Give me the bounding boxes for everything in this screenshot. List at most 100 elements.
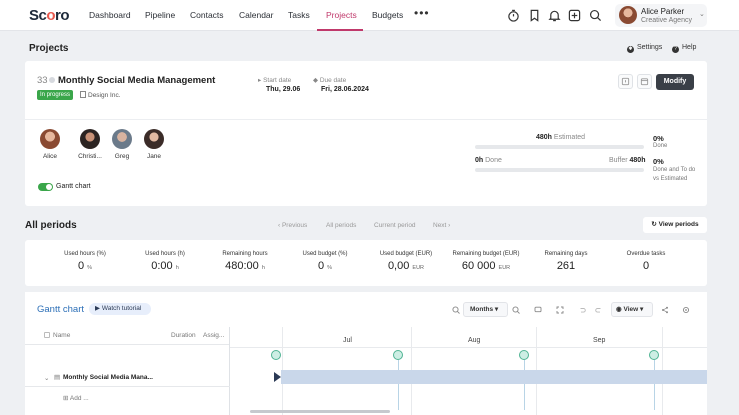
percent-done-todo-label-2: vs Estimated (653, 176, 688, 182)
logo-text: Sc (29, 7, 47, 24)
scoro-logo[interactable]: Scoro (29, 7, 70, 24)
team-member[interactable]: Greg (107, 129, 137, 160)
milestone-marker[interactable] (649, 350, 659, 360)
project-color-dot (49, 77, 55, 83)
task-name: Monthly Social Media Mana... (63, 374, 153, 381)
help-link[interactable]: ? Help (672, 44, 696, 53)
help-icon: ? (672, 46, 679, 53)
active-nav-underline (317, 29, 363, 31)
modify-button[interactable]: Modify (656, 74, 694, 90)
undo-icon[interactable] (575, 303, 588, 316)
scale-select[interactable]: Months ▾ (463, 302, 508, 317)
project-title: Monthly Social Media Management (58, 75, 216, 86)
column-duration[interactable]: Duration (171, 332, 196, 339)
task-bar[interactable] (281, 370, 707, 384)
add-task-button[interactable]: ⊞ Add ... (63, 394, 89, 402)
nav-contacts[interactable]: Contacts (190, 10, 224, 20)
plus-icon: ⊞ (63, 395, 70, 402)
project-number: 33 (37, 75, 48, 86)
estimated-bar (475, 145, 644, 149)
view-menu-button[interactable]: ◉ View ▾ (611, 302, 653, 317)
metric-used-hours: Used hours (h) 0:00 h (145, 251, 185, 272)
top-navigation: Scoro Dashboard Pipeline Contacts Calend… (0, 0, 739, 31)
metric-remaining-budget: Remaining budget (EUR) 60 000 EUR (452, 251, 520, 272)
percent-done-label: Done (653, 143, 668, 149)
timer-icon[interactable] (507, 9, 520, 22)
nav-pipeline[interactable]: Pipeline (145, 10, 175, 20)
timer-button[interactable] (618, 74, 633, 89)
zoom-in-icon[interactable] (509, 303, 522, 316)
avatar (144, 129, 164, 149)
watch-tutorial-button[interactable]: ▶ Watch tutorial (89, 303, 151, 315)
milestone-marker[interactable] (393, 350, 403, 360)
settings-icon[interactable] (679, 303, 692, 316)
calendar-button[interactable] (637, 74, 652, 89)
metric-remaining-days: Remaining days 261 (544, 251, 588, 272)
milestone-line (524, 360, 525, 410)
zoom-out-icon[interactable] (449, 303, 462, 316)
all-periods-button[interactable]: All periods (326, 222, 356, 229)
nav-calendar[interactable]: Calendar (239, 10, 274, 20)
horizontal-scrollbar[interactable] (250, 410, 390, 413)
gantt-chart-toggle-label: Gantt chart (56, 183, 91, 190)
page-title: Projects (29, 43, 69, 54)
metric-used-hours-pct: Used hours (%) 0 % (64, 251, 106, 272)
chevron-down-icon[interactable]: ⌄ (44, 374, 49, 382)
view-label: View (623, 306, 639, 313)
search-icon[interactable] (589, 9, 602, 22)
user-name: Alice Parker (641, 7, 685, 16)
gantt-chart-toggle[interactable] (38, 183, 53, 191)
chevron-down-icon: ▾ (638, 306, 644, 313)
avatar (619, 6, 637, 24)
share-icon[interactable] (658, 303, 671, 316)
bookmark-icon[interactable] (528, 9, 541, 22)
metric-used-budget-pct: Used budget (%) 0 % (302, 251, 348, 272)
percent-done-todo-label: Done and To do (653, 167, 696, 173)
fullscreen-icon[interactable] (553, 303, 566, 316)
member-name: Greg (114, 153, 130, 160)
task-start-marker (274, 372, 281, 382)
project-icon: ▤ (54, 374, 61, 381)
client-link[interactable]: Design Inc. (80, 91, 121, 99)
logo-text-end: ro (55, 7, 70, 24)
nav-projects[interactable]: Projects (326, 10, 357, 20)
add-task-label: Add ... (69, 395, 89, 402)
nav-budgets[interactable]: Budgets (372, 10, 403, 20)
more-nav-button[interactable]: ••• (414, 6, 430, 20)
previous-period-button[interactable]: ‹ Previous (278, 222, 307, 229)
logo-text-accent: o (46, 7, 56, 24)
percent-done-todo: 0% (653, 157, 664, 166)
user-menu[interactable]: Alice Parker Creative Agency ⌄ (615, 4, 707, 27)
due-date-value: Fri, 28.06.2024 (321, 86, 369, 93)
scale-value: Months (470, 306, 494, 313)
calendar-icon (640, 78, 649, 86)
nav-tasks[interactable]: Tasks (288, 10, 310, 20)
divider (25, 119, 707, 120)
team-member[interactable]: Jane (139, 129, 169, 160)
comment-icon[interactable] (531, 303, 544, 316)
column-name[interactable]: Name (53, 332, 70, 339)
status-badge[interactable]: In progress (37, 90, 74, 100)
team-member[interactable]: Alice (35, 129, 65, 160)
start-date-value: Thu, 29.06 (266, 86, 301, 93)
redo-icon[interactable] (592, 303, 605, 316)
nav-dashboard[interactable]: Dashboard (89, 10, 131, 20)
select-all-checkbox[interactable] (44, 332, 50, 338)
column-assignee[interactable]: Assig... (203, 332, 224, 339)
settings-link[interactable]: ✱ Settings (627, 44, 662, 53)
clock-icon (621, 77, 630, 86)
milestone-marker[interactable] (519, 350, 529, 360)
team-member[interactable]: Christi... (75, 129, 105, 160)
month-label: Aug (468, 337, 481, 344)
milestone-marker[interactable] (271, 350, 281, 360)
view-periods-button[interactable]: ↻ View periods (643, 217, 707, 233)
milestone-line (398, 360, 399, 410)
current-period-button[interactable]: Current period (374, 222, 416, 229)
help-label: Help (682, 44, 697, 51)
milestone-line (654, 360, 655, 410)
bell-icon[interactable] (548, 9, 561, 22)
add-icon[interactable] (568, 9, 581, 22)
gantt-title: Gantt chart (37, 304, 84, 315)
chevron-down-icon: ⌄ (699, 11, 705, 18)
next-period-button[interactable]: Next › (433, 222, 450, 229)
